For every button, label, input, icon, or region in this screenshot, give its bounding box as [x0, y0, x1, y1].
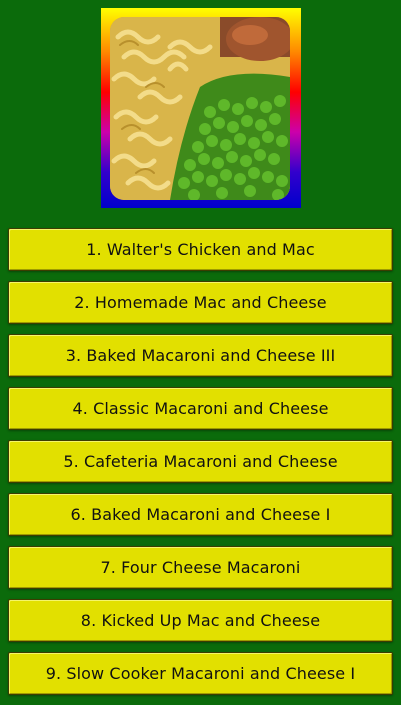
recipe-button-label: 9. Slow Cooker Macaroni and Cheese I [45, 664, 356, 683]
recipe-button[interactable]: 2. Homemade Mac and Cheese [8, 281, 393, 324]
recipe-button[interactable]: 8. Kicked Up Mac and Cheese [8, 599, 393, 642]
recipe-button-label: 6. Baked Macaroni and Cheese I [70, 505, 331, 524]
recipe-button-label: 3. Baked Macaroni and Cheese III [65, 346, 336, 365]
recipe-button[interactable]: 5. Cafeteria Macaroni and Cheese [8, 440, 393, 483]
recipe-button[interactable]: 1. Walter's Chicken and Mac [8, 228, 393, 271]
recipe-button-label: 7. Four Cheese Macaroni [100, 558, 301, 577]
recipe-button[interactable]: 3. Baked Macaroni and Cheese III [8, 334, 393, 377]
recipe-button[interactable]: 7. Four Cheese Macaroni [8, 546, 393, 589]
recipe-button[interactable]: 4. Classic Macaroni and Cheese [8, 387, 393, 430]
recipe-list: 1. Walter's Chicken and Mac 2. Homemade … [8, 228, 393, 705]
recipe-button-label: 5. Cafeteria Macaroni and Cheese [63, 452, 338, 471]
recipe-button[interactable]: 9. Slow Cooker Macaroni and Cheese I [8, 652, 393, 695]
recipe-button-label: 4. Classic Macaroni and Cheese [72, 399, 329, 418]
recipe-button-label: 2. Homemade Mac and Cheese [74, 293, 327, 312]
mac-and-cheese-photo [110, 17, 290, 200]
hero-image-frame [101, 8, 301, 208]
recipe-button-label: 8. Kicked Up Mac and Cheese [80, 611, 321, 630]
recipe-button-label: 1. Walter's Chicken and Mac [86, 240, 315, 259]
recipe-button[interactable]: 6. Baked Macaroni and Cheese I [8, 493, 393, 536]
